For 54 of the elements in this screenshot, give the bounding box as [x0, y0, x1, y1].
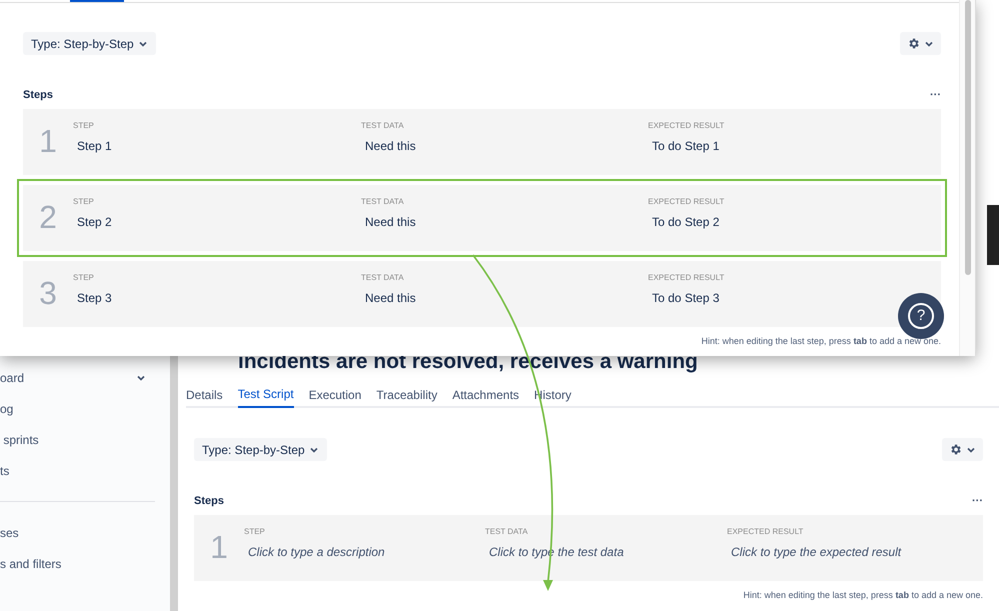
tab[interactable]: Details [186, 381, 223, 408]
expected-result-label: EXPECTED RESULT [648, 272, 726, 282]
expected-result-label: EXPECTED RESULT [648, 196, 726, 206]
step-text[interactable]: Step 2 [77, 212, 112, 230]
step-text[interactable]: Click to type a description [248, 542, 385, 560]
hint-text: Hint: when editing the last step, press tab to add a new one. [743, 588, 983, 602]
test-data-label: TEST DATA [361, 196, 405, 206]
test-data-label: TEST DATA [361, 120, 405, 130]
test-data-label: TEST DATA [361, 272, 405, 282]
settings-icon [907, 37, 920, 50]
test-data-label: TEST DATA [485, 526, 529, 536]
step-text[interactable]: Step 1 [77, 136, 112, 154]
tab[interactable]: Execution [308, 381, 362, 408]
sidebar-item[interactable]: oard [0, 362, 170, 393]
sidebar-item[interactable]: og [0, 393, 170, 424]
steps-heading: Steps [23, 88, 53, 103]
more-options-button[interactable]: ··· [930, 90, 941, 101]
expected-result-label: EXPECTED RESULT [727, 526, 804, 536]
step-number: 2 [38, 200, 58, 232]
expected-result-text[interactable]: To do Step 1 [652, 136, 720, 154]
settings-button[interactable] [900, 32, 941, 55]
test-data-text[interactable]: Need this [365, 212, 416, 230]
step-label: STEP [73, 120, 95, 130]
sidebar-item[interactable]: ses [0, 517, 170, 548]
tab[interactable]: Test Script [238, 381, 294, 408]
step-number: 1 [38, 124, 58, 156]
step-label: STEP [244, 526, 266, 536]
test-data-text[interactable]: Need this [365, 136, 416, 154]
tab[interactable]: Attachments [452, 381, 520, 408]
more-options-button[interactable]: ··· [972, 496, 983, 507]
expected-result-label: EXPECTED RESULT [648, 120, 726, 130]
sidebar-item[interactable]: s and filters [0, 548, 170, 579]
sidebar-item[interactable]: sprints [0, 424, 170, 455]
steps-heading: Steps [194, 494, 224, 509]
step-label: STEP [73, 196, 95, 206]
step-row[interactable]: 1 STEP Step 1 TEST DATA Need this EXPECTED RESULT To do Step 1 [23, 108, 941, 174]
tab[interactable]: Traceability [376, 381, 438, 408]
step-number: 3 [38, 276, 58, 308]
dark-panel [987, 205, 999, 265]
step-label: STEP [73, 272, 95, 282]
type-dropdown[interactable]: Type: Step-by-Step [194, 438, 327, 461]
expected-result-text[interactable]: To do Step 2 [652, 212, 720, 230]
step-number: 1 [209, 530, 229, 562]
test-data-text[interactable]: Need this [365, 288, 416, 306]
active-tab-indicator [70, 0, 124, 2]
expected-result-text[interactable]: Click to type the expected result [731, 542, 902, 560]
settings-icon [949, 443, 962, 456]
expected-result-text[interactable]: To do Step 3 [652, 288, 720, 306]
type-dropdown[interactable]: Type: Step-by-Step [23, 32, 156, 55]
sidebar-item[interactable]: ts [0, 455, 170, 486]
scrollbar-thumb[interactable] [964, 0, 970, 275]
step-row[interactable]: 2 STEP Step 2 TEST DATA Need this EXPECTED RESULT To do Step 2 [23, 184, 941, 250]
settings-button[interactable] [942, 438, 983, 461]
step-text[interactable]: Step 3 [77, 288, 112, 306]
